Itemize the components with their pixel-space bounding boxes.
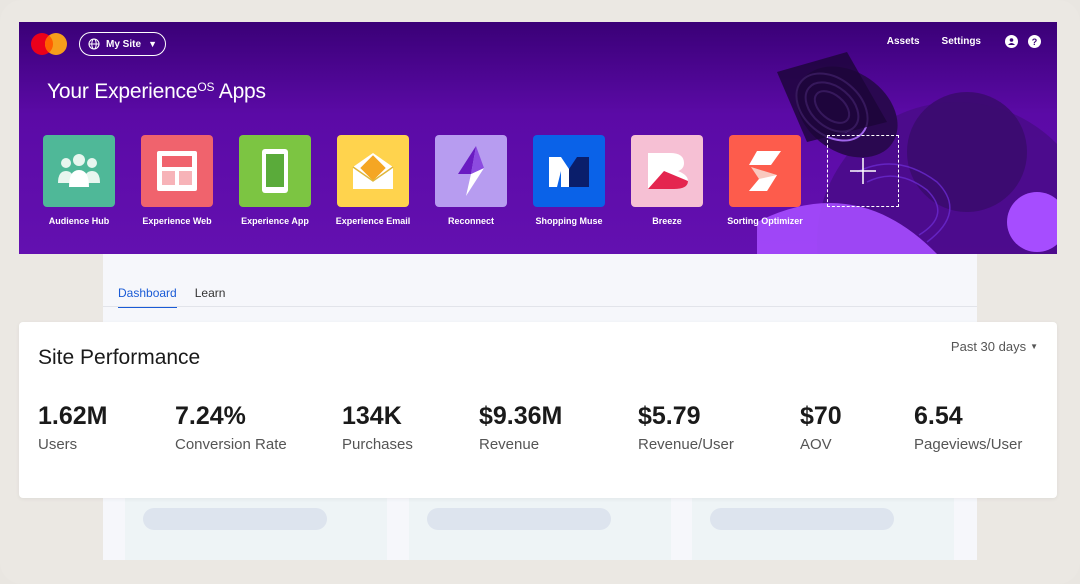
lightning-icon[interactable] — [435, 135, 507, 207]
app-experience-web[interactable]: Experience Web — [141, 135, 213, 228]
email-icon[interactable] — [337, 135, 409, 207]
app-sorting-optimizer[interactable]: Sorting Optimizer — [727, 135, 803, 228]
loading-card — [409, 498, 671, 560]
globe-icon — [88, 38, 100, 50]
app-audience-hub[interactable]: Audience Hub — [43, 135, 115, 228]
app-label: Audience Hub — [48, 216, 110, 226]
app-label: Sorting Optimizer — [727, 216, 803, 226]
loading-card — [125, 498, 387, 560]
user-actions: ? — [1005, 35, 1041, 48]
apps-title-main: Your Experience — [47, 80, 198, 103]
metric-label: Users — [38, 436, 78, 453]
add-app[interactable] — [827, 135, 899, 228]
muse-icon[interactable] — [533, 135, 605, 207]
app-shopping-muse[interactable]: Shopping Muse — [533, 135, 605, 228]
tab-dashboard[interactable]: Dashboard — [118, 286, 177, 308]
caret-down-icon: ▼ — [1030, 342, 1038, 351]
metric-users: 1.62M Users — [38, 402, 107, 453]
loading-placeholder — [143, 508, 327, 530]
app-label: Experience App — [241, 216, 309, 226]
metric-value: 7.24% — [175, 402, 246, 430]
metric-value: $9.36M — [479, 402, 563, 430]
apps-title: Your ExperienceOS Apps — [47, 80, 266, 104]
apps-row: Audience Hub Experience Web Experience A… — [43, 135, 899, 228]
assets-link[interactable]: Assets — [887, 36, 920, 47]
loading-placeholder — [710, 508, 894, 530]
metric-label: Revenue — [479, 436, 540, 453]
tab-learn[interactable]: Learn — [195, 286, 226, 308]
loading-card — [692, 498, 954, 560]
metric-value: $70 — [800, 402, 842, 430]
metric-label: Pageviews/User — [914, 436, 1023, 453]
loading-placeholder — [427, 508, 611, 530]
app-label: Shopping Muse — [535, 216, 603, 226]
apps-title-end: Apps — [214, 80, 266, 103]
metric-revenue-per-user: $5.79 Revenue/User — [638, 402, 734, 453]
site-switcher-label: My Site — [106, 38, 142, 50]
tab-bar: Dashboard Learn — [118, 286, 225, 308]
apps-title-sup: OS — [197, 80, 215, 94]
site-switcher-dropdown[interactable]: My Site ▼ — [79, 32, 166, 56]
sorting-icon[interactable] — [729, 135, 801, 207]
settings-link[interactable]: Settings — [942, 36, 981, 47]
user-account-icon[interactable] — [1005, 35, 1018, 48]
app-experience-email[interactable]: Experience Email — [336, 135, 410, 228]
app-experience-app[interactable]: Experience App — [239, 135, 311, 228]
app-label: Breeze — [652, 216, 682, 226]
metric-revenue: $9.36M Revenue — [479, 402, 562, 453]
mobile-app-icon[interactable] — [239, 135, 311, 207]
audience-icon[interactable] — [43, 135, 115, 207]
metric-label: AOV — [800, 436, 832, 453]
period-label: Past 30 days — [950, 339, 1027, 354]
chevron-down-icon: ▼ — [148, 39, 157, 49]
top-bar: My Site ▼ Assets Settings ? — [19, 22, 1057, 66]
metric-label: Revenue/User — [638, 436, 734, 453]
metric-value: 1.62M — [38, 402, 108, 430]
metric-purchases: 134K Purchases — [342, 402, 413, 453]
metric-conversion-rate: 7.24% Conversion Rate — [175, 402, 287, 453]
plus-icon — [850, 158, 876, 184]
brand-logo[interactable] — [29, 32, 69, 56]
add-app-button[interactable] — [827, 135, 899, 207]
app-label: Experience Web — [142, 216, 212, 226]
metric-pageviews-per-user: 6.54 Pageviews/User — [914, 402, 1022, 453]
help-icon[interactable]: ? — [1028, 35, 1041, 48]
card-title: Site Performance — [38, 346, 201, 369]
period-dropdown[interactable]: Past 30 days ▼ — [951, 339, 1038, 354]
breeze-icon[interactable] — [631, 135, 703, 207]
metric-value: 134K — [342, 402, 402, 430]
app-breeze[interactable]: Breeze — [631, 135, 703, 228]
site-performance-card: Site Performance Past 30 days ▼ 1.62M Us… — [19, 322, 1057, 498]
metric-aov: $70 AOV — [800, 402, 842, 453]
app-reconnect[interactable]: Reconnect — [435, 135, 507, 228]
metric-value: $5.79 — [638, 402, 701, 430]
apps-header: My Site ▼ Assets Settings ? Your Experie… — [19, 22, 1057, 254]
metric-value: 6.54 — [914, 402, 963, 430]
tab-divider — [103, 306, 977, 307]
app-label: Reconnect — [447, 216, 494, 226]
app-label: Experience Email — [335, 216, 411, 226]
top-links: Assets Settings ? — [887, 35, 1041, 48]
metric-label: Conversion Rate — [175, 436, 287, 453]
web-layout-icon[interactable] — [141, 135, 213, 207]
metric-label: Purchases — [342, 436, 413, 453]
